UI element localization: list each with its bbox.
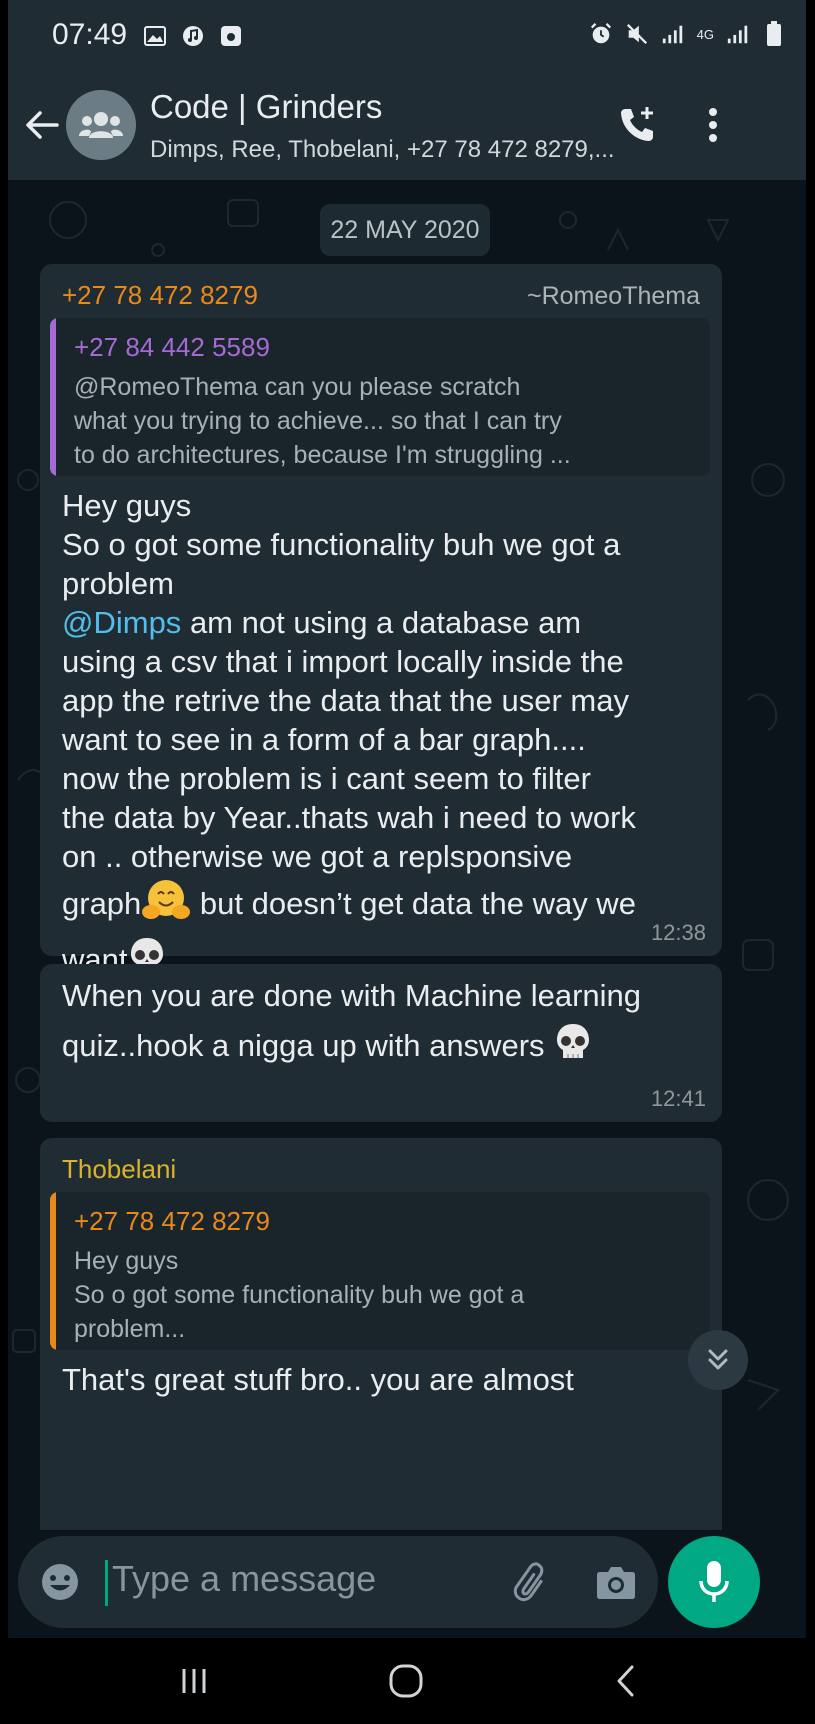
message-bubble[interactable]: Thobelani +27 78 472 8279 Hey guys So o … <box>40 1138 722 1530</box>
quoted-text-line: Hey guys <box>74 1247 179 1275</box>
message-line: graph but doesn’t get data the way we <box>62 876 712 932</box>
quoted-text-line: problem... <box>74 1315 186 1343</box>
mute-icon <box>625 22 649 46</box>
home-icon[interactable] <box>376 1656 436 1706</box>
status-bar: 07:49 4G <box>8 0 806 70</box>
more-options-icon[interactable] <box>688 100 738 150</box>
signal-icon-2 <box>726 22 750 46</box>
music-icon <box>181 24 205 48</box>
system-icons: 4G <box>589 21 786 46</box>
group-icon <box>79 112 123 138</box>
quoted-text-line: So o got some functionality buh we got a <box>74 1281 525 1309</box>
quote-bar <box>50 318 56 476</box>
battery-icon <box>762 21 786 46</box>
chat-area[interactable]: 22 MAY 2020 +27 78 472 8279 ~RomeoThema … <box>8 180 806 1530</box>
attach-icon[interactable] <box>508 1558 556 1606</box>
quote-bar <box>50 1192 56 1350</box>
message-line: on .. otherwise we got a replsponsive <box>62 839 573 874</box>
message-time: 12:38 <box>650 920 706 945</box>
date-separator: 22 MAY 2020 <box>320 204 490 256</box>
text-caret <box>105 1560 108 1606</box>
status-time: 07:49 <box>52 18 128 51</box>
quoted-text-line: @RomeoThema can you please scratch <box>74 373 521 401</box>
chat-participants[interactable]: Dimps, Ree, Thobelani, +27 78 472 8279,.… <box>150 136 615 164</box>
message-line: using a csv that i import locally inside… <box>62 644 624 679</box>
message-input[interactable]: Type a message <box>112 1558 376 1600</box>
media-icon <box>219 24 243 48</box>
quoted-message[interactable]: +27 78 472 8279 Hey guys So o got some f… <box>50 1192 710 1350</box>
phone-screen: 07:49 4G Code | Grinders Dimps, Ree, Tho… <box>8 0 806 1724</box>
recent-apps-icon[interactable] <box>164 1656 224 1706</box>
quoted-sender: +27 84 442 5589 <box>74 332 270 362</box>
message-line: That's great stuff bro.. you are almost <box>62 1362 574 1397</box>
quoted-text-line: to do architectures, because I'm struggl… <box>74 441 571 469</box>
message-line: When you are done with Machine learning <box>62 978 642 1013</box>
chat-header: Code | Grinders Dimps, Ree, Thobelani, +… <box>8 70 806 180</box>
chat-title[interactable]: Code | Grinders <box>150 88 382 126</box>
hugging-face-emoji <box>141 878 191 940</box>
message-line: Hey guys <box>62 488 192 523</box>
camera-icon[interactable] <box>592 1558 640 1606</box>
skull-emoji <box>553 1020 593 1082</box>
alarm-icon <box>589 22 613 46</box>
scroll-to-bottom-button[interactable] <box>688 1330 748 1390</box>
network-type: 4G <box>696 26 714 42</box>
message-time: 12:41 <box>650 1086 706 1111</box>
microphone-icon <box>699 1561 729 1602</box>
mention-link[interactable]: @Dimps <box>62 605 181 640</box>
message-line: now the problem is i cant seem to filter <box>62 761 591 796</box>
message-sender[interactable]: +27 78 472 8279 <box>62 280 258 311</box>
message-line: @Dimps am not using a database am <box>62 605 582 640</box>
group-avatar[interactable] <box>66 90 136 160</box>
message-line: the data by Year..thats wah i need to wo… <box>62 800 636 835</box>
message-line: So o got some functionality buh we got a <box>62 527 621 562</box>
message-text: When you are done with Machine learning … <box>62 976 712 1074</box>
quoted-sender: +27 78 472 8279 <box>74 1206 270 1236</box>
message-bubble[interactable]: When you are done with Machine learning … <box>40 964 722 1122</box>
message-sender[interactable]: Thobelani <box>62 1154 176 1185</box>
voice-message-button[interactable] <box>668 1536 760 1628</box>
back-nav-icon[interactable] <box>596 1656 656 1706</box>
message-composer: Type a message <box>18 1536 658 1628</box>
add-call-icon[interactable] <box>612 100 662 150</box>
message-bubble[interactable]: +27 78 472 8279 ~RomeoThema +27 84 442 5… <box>40 264 722 977</box>
signal-icon <box>661 22 685 46</box>
message-line: want to see in a form of a bar graph.... <box>62 722 586 757</box>
quoted-text-line: what you trying to achieve... so that I … <box>74 407 562 435</box>
emoji-icon[interactable] <box>36 1558 84 1606</box>
back-arrow-icon[interactable] <box>22 100 62 150</box>
notification-icons <box>143 24 243 48</box>
message-text: Hey guys So o got some functionality buh… <box>62 486 712 988</box>
message-line: app the retrive the data that the user m… <box>62 683 629 718</box>
double-chevron-down-icon <box>708 1349 728 1370</box>
message-line: quiz..hook a nigga up with answers <box>62 1018 712 1074</box>
message-text: That's great stuff bro.. you are almost <box>62 1360 712 1399</box>
sender-alias: ~RomeoThema <box>527 282 700 310</box>
message-line: problem <box>62 566 174 601</box>
quoted-message[interactable]: +27 84 442 5589 @RomeoThema can you plea… <box>50 318 710 476</box>
gallery-icon <box>143 24 167 48</box>
system-nav-bar <box>0 1638 815 1724</box>
